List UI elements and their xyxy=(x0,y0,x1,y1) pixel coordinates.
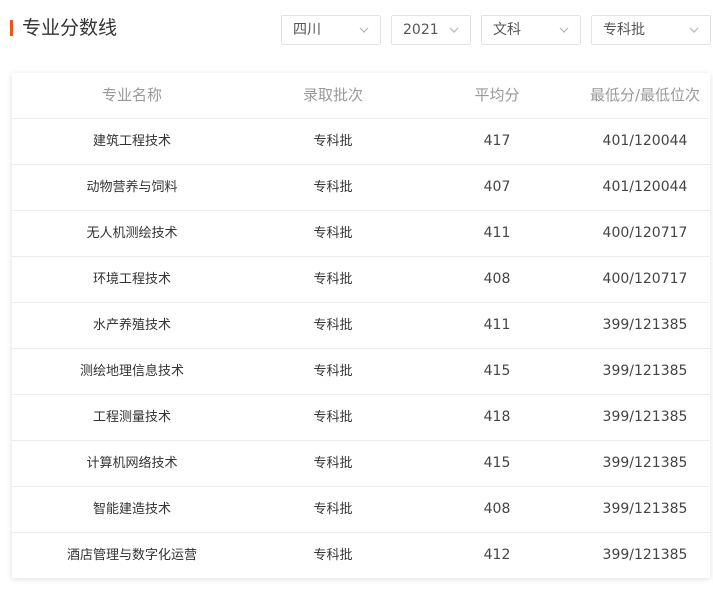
min-score-rank: 399/121385 xyxy=(602,363,688,379)
column-header-min-score-rank: 最低分/最低位次 xyxy=(589,86,701,104)
score-table: 专业名称 录取批次 平均分 最低分/最低位次 建筑工程技术 专科批 417 40… xyxy=(12,73,710,578)
major-name: 环境工程技术 xyxy=(92,272,171,287)
min-score-rank: 399/121385 xyxy=(602,547,688,563)
average-score: 408 xyxy=(483,271,511,287)
admission-batch: 专科批 xyxy=(313,364,353,379)
page-title: 专业分数线 xyxy=(22,17,118,39)
major-name: 智能建造技术 xyxy=(92,502,171,517)
average-score: 411 xyxy=(483,317,511,333)
table-row: 酒店管理与数字化运营 专科批 412 399/121385 xyxy=(12,533,710,578)
average-score: 407 xyxy=(483,179,511,195)
admission-batch: 专科批 xyxy=(313,180,353,195)
average-score: 408 xyxy=(483,501,511,517)
table-row: 环境工程技术 专科批 408 400/120717 xyxy=(12,257,710,303)
average-score: 418 xyxy=(483,409,511,425)
chevron-down-icon xyxy=(449,27,459,33)
major-name: 酒店管理与数字化运营 xyxy=(66,548,197,563)
title-accent-bar xyxy=(10,20,13,36)
average-score: 415 xyxy=(483,363,511,379)
table-row: 动物营养与饲料 专科批 407 401/120044 xyxy=(12,165,710,211)
min-score-rank: 400/120717 xyxy=(602,271,688,287)
chevron-down-icon xyxy=(689,27,699,33)
table-row: 水产养殖技术 专科批 411 399/121385 xyxy=(12,303,710,349)
admission-batch: 专科批 xyxy=(313,226,353,241)
major-name: 无人机测绘技术 xyxy=(86,226,178,241)
batch-select-value: 专科批 xyxy=(603,22,645,38)
table-row: 智能建造技术 专科批 408 399/121385 xyxy=(12,487,710,533)
column-header-major: 专业名称 xyxy=(101,86,162,104)
chevron-down-icon xyxy=(359,27,369,33)
average-score: 417 xyxy=(483,133,511,149)
major-name: 水产养殖技术 xyxy=(92,318,171,333)
page: 专业分数线 四川 2021 文科 专科批 专业名称 录取批次 平均分 最低分/最… xyxy=(0,0,713,591)
header: 专业分数线 四川 2021 文科 专科批 xyxy=(0,0,713,60)
min-score-rank: 399/121385 xyxy=(602,317,688,333)
table-row: 工程测量技术 专科批 418 399/121385 xyxy=(12,395,710,441)
table-header-row: 专业名称 录取批次 平均分 最低分/最低位次 xyxy=(12,73,710,119)
major-name: 动物营养与饲料 xyxy=(86,180,178,195)
subject-select[interactable]: 文科 xyxy=(481,15,581,45)
average-score: 411 xyxy=(483,225,511,241)
province-select[interactable]: 四川 xyxy=(281,15,381,45)
major-name: 计算机网络技术 xyxy=(86,456,178,471)
major-name: 建筑工程技术 xyxy=(92,134,171,149)
table-row: 建筑工程技术 专科批 417 401/120044 xyxy=(12,119,710,165)
min-score-rank: 400/120717 xyxy=(602,225,688,241)
year-select[interactable]: 2021 xyxy=(391,15,471,45)
admission-batch: 专科批 xyxy=(313,548,353,563)
table-row: 计算机网络技术 专科批 415 399/121385 xyxy=(12,441,710,487)
admission-batch: 专科批 xyxy=(313,502,353,517)
province-select-value: 四川 xyxy=(293,22,321,38)
min-score-rank: 401/120044 xyxy=(602,179,688,195)
min-score-rank: 399/121385 xyxy=(602,409,688,425)
admission-batch: 专科批 xyxy=(313,318,353,333)
column-header-batch: 录取批次 xyxy=(302,86,363,104)
column-header-average: 平均分 xyxy=(474,86,520,104)
min-score-rank: 399/121385 xyxy=(602,455,688,471)
batch-select[interactable]: 专科批 xyxy=(591,15,711,45)
admission-batch: 专科批 xyxy=(313,134,353,149)
admission-batch: 专科批 xyxy=(313,272,353,287)
min-score-rank: 401/120044 xyxy=(602,133,688,149)
average-score: 415 xyxy=(483,455,511,471)
chevron-down-icon xyxy=(559,27,569,33)
admission-batch: 专科批 xyxy=(313,410,353,425)
table-row: 无人机测绘技术 专科批 411 400/120717 xyxy=(12,211,710,257)
table-row: 测绘地理信息技术 专科批 415 399/121385 xyxy=(12,349,710,395)
admission-batch: 专科批 xyxy=(313,456,353,471)
subject-select-value: 文科 xyxy=(493,22,521,38)
major-name: 测绘地理信息技术 xyxy=(79,364,184,379)
average-score: 412 xyxy=(483,547,511,563)
major-name: 工程测量技术 xyxy=(92,410,171,425)
min-score-rank: 399/121385 xyxy=(602,501,688,517)
year-select-value: 2021 xyxy=(403,22,439,38)
